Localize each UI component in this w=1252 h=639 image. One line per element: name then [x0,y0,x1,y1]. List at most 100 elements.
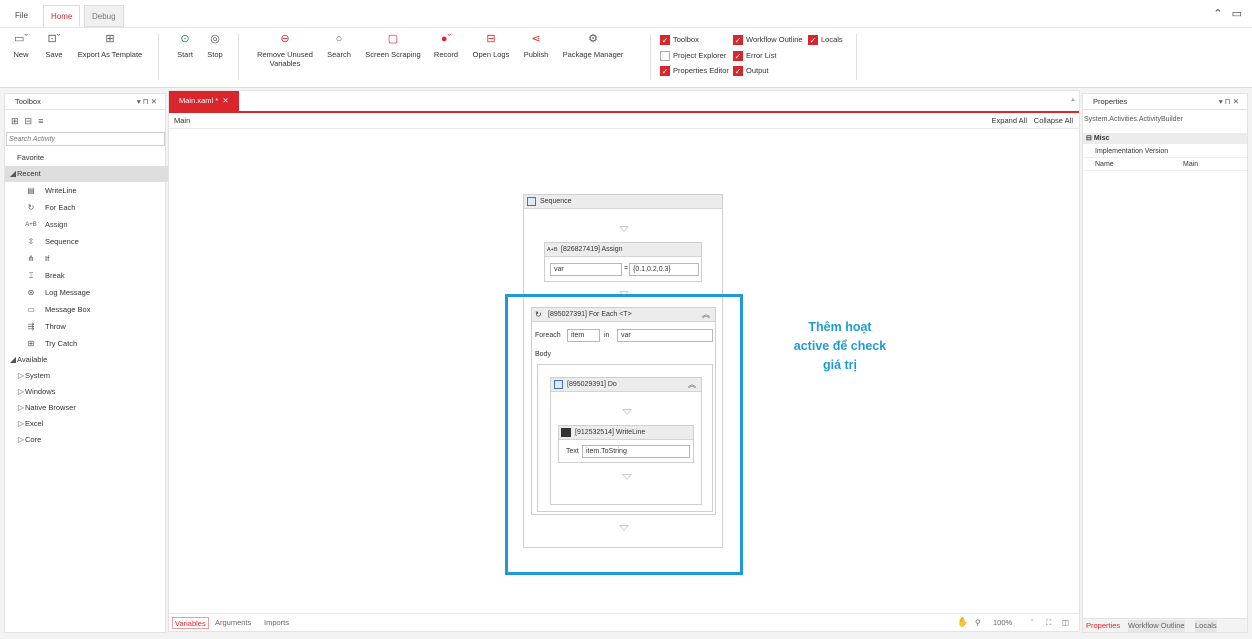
tab-variables[interactable]: Variables [172,617,209,629]
assign-header: A+B [826827419] Assign [545,243,701,257]
expand-all-button[interactable]: Expand All [992,116,1027,125]
collapsed-triangle-icon: ▷ [17,419,25,428]
toolbox-group-excel[interactable]: ▷ Excel [5,416,168,432]
record-button[interactable]: ●ˇ Record [430,32,462,59]
publish-button[interactable]: ⋖ Publish [520,32,552,59]
overview-icon[interactable]: ◫ [1062,617,1069,629]
zoom-dropdown-icon[interactable]: ˇ [1031,617,1034,629]
menu-bar: File Home Debug ⌃ ▭ [0,0,1252,28]
panel-controls[interactable]: ▾ ⊓ ✕ [1219,94,1239,110]
start-button[interactable]: ⊙ Start [172,32,198,59]
tab-imports[interactable]: Imports [264,617,289,629]
collapse-category-icon[interactable]: ⊟ [1086,135,1092,142]
toolbox-item-assign[interactable]: A+B Assign [5,217,168,233]
screen-scraping-button[interactable]: ▢ Screen Scraping [362,32,424,59]
package-manager-button[interactable]: ⚙ Package Manager [560,32,626,59]
chat-icon[interactable]: ▭ [1232,8,1242,20]
toolbox-group-windows[interactable]: ▷ Windows [5,384,168,400]
hand-icon[interactable]: ✋ [957,616,968,628]
project-explorer-checkbox[interactable]: Project Explorer [660,50,726,62]
tab-locals[interactable]: Locals [1195,620,1217,632]
property-row[interactable]: Name Main [1083,159,1247,171]
ribbon-divider [238,34,239,80]
remove-unused-variables-button[interactable]: ⊖ Remove Unused Variables [252,32,318,68]
toolbox-toolbar: ⊞⊟≡ [11,116,49,127]
tab-arguments[interactable]: Arguments [215,617,251,629]
tab-main-xaml[interactable]: Main.xaml * ✕ [169,91,239,111]
toolbox-group-core[interactable]: ▷ Core [5,432,168,448]
toolbox-item-if[interactable]: ⋔ If [5,251,168,267]
tab-properties[interactable]: Properties [1086,620,1120,632]
new-button[interactable]: ▭ˇ New [8,32,34,59]
log-message-icon: ⊛ [27,288,35,297]
toolbox-item-message-box[interactable]: ▭ Message Box [5,302,168,318]
screen-scraping-icon: ▢ [387,33,399,45]
tab-debug[interactable]: Debug [84,5,124,27]
assign-icon: A+B [547,247,558,253]
toolbox-item-log-message[interactable]: ⊛ Log Message [5,285,168,301]
workflow-outline-checkbox[interactable]: ✓ Workflow Outline [733,34,803,46]
toolbox-header: Toolbox ▾ ⊓ ✕ [5,94,165,110]
collapse-all-icon[interactable]: ⊟ [25,116,39,126]
export-template-button[interactable]: ⊞ Export As Template [72,32,148,59]
close-icon[interactable]: ✕ [222,96,228,105]
drop-target-arrow-icon[interactable] [619,226,629,232]
output-checkbox[interactable]: ✓ Output [733,65,769,77]
collapse-all-button[interactable]: Collapse All [1034,116,1073,125]
properties-panel: Properties ▾ ⊓ ✕ System.Activities.Activ… [1082,93,1248,633]
check-icon: ✓ [733,66,743,76]
assign-activity[interactable]: A+B [826827419] Assign var = {0.1,0.2,0.3… [544,242,702,282]
toolbox-group-native-browser[interactable]: ▷ Native Browser [5,400,168,416]
properties-type: System.Activities.ActivityBuilder [1084,116,1183,123]
collapse-ribbon-icon[interactable]: ⌃ [1213,8,1222,20]
panel-controls[interactable]: ▾ ⊓ ✕ [137,94,157,110]
breadcrumb[interactable]: Main [174,116,190,125]
check-icon: ✓ [660,35,670,45]
foreach-icon: ↻ [27,203,35,212]
break-icon: ⌶ [28,271,34,280]
stop-button[interactable]: ◎ Stop [202,32,228,59]
collapsed-triangle-icon: ▷ [17,371,25,380]
sequence-header: Sequence [524,195,722,209]
tab-file[interactable]: File [8,5,35,27]
locals-checkbox[interactable]: ✓ Locals [808,34,843,46]
properties-header: Properties ▾ ⊓ ✕ [1083,94,1247,110]
check-icon: ✓ [733,35,743,45]
properties-category[interactable]: ⊟ Misc [1083,133,1247,144]
toolbox-item-writeline[interactable]: ▤ WriteLine [5,183,168,199]
expand-all-icon[interactable]: ⊞ [11,116,25,126]
annotation-note: Thêm hoạt active để check giá trị [793,320,887,372]
tab-workflow-outline[interactable]: Workflow Outline [1128,620,1185,632]
toolbox-available[interactable]: ◢ Available [5,352,168,368]
assign-value-field[interactable]: {0.1,0.2,0.3} [629,263,699,276]
zoom-level[interactable]: 100% [993,617,1012,629]
tab-home[interactable]: Home [43,5,81,27]
toolbox-item-throw[interactable]: ⇶ Throw [5,319,168,335]
ribbon: ▭ˇ New ⊡ˇ Save ⊞ Export As Template ⊙ Start … [0,28,1252,88]
open-logs-button[interactable]: ⊟ Open Logs [470,32,512,59]
toolbox-recent[interactable]: ◢ Recent [5,166,168,182]
search-activity-input[interactable] [6,132,165,146]
properties-editor-checkbox[interactable]: ✓ Properties Editor [660,65,729,77]
assign-target-field[interactable]: var [550,263,622,276]
toolbox-favorite[interactable]: Favorite [5,150,168,166]
toolbox-group-system[interactable]: ▷ System [5,368,168,384]
zoom-icon[interactable]: ⚲ [975,617,981,629]
toolbox-item-sequence[interactable]: ⇳ Sequence [5,234,168,250]
toolbox-item-break[interactable]: ⌶ Break [5,268,168,284]
toolbox-item-try-catch[interactable]: ⊞ Try Catch [5,336,168,352]
ribbon-divider [856,34,857,80]
property-row[interactable]: Implementation Version [1083,146,1247,158]
toolbox-checkbox[interactable]: ✓ Toolbox [660,34,699,46]
tab-overflow-icon[interactable]: ⩡ [1071,97,1075,105]
play-icon: ⊙ [180,33,190,45]
save-button[interactable]: ⊡ˇ Save [40,32,68,59]
toolbox-item-foreach[interactable]: ↻ For Each [5,200,168,216]
record-icon: ●ˇ [440,33,452,45]
sequence-icon [527,197,536,206]
error-list-checkbox[interactable]: ✓ Error List [733,50,776,62]
list-icon[interactable]: ≡ [38,116,49,126]
try-catch-icon: ⊞ [27,339,35,348]
search-button[interactable]: ○ Search [324,32,354,59]
fit-screen-icon[interactable]: ⛶ [1046,617,1051,629]
